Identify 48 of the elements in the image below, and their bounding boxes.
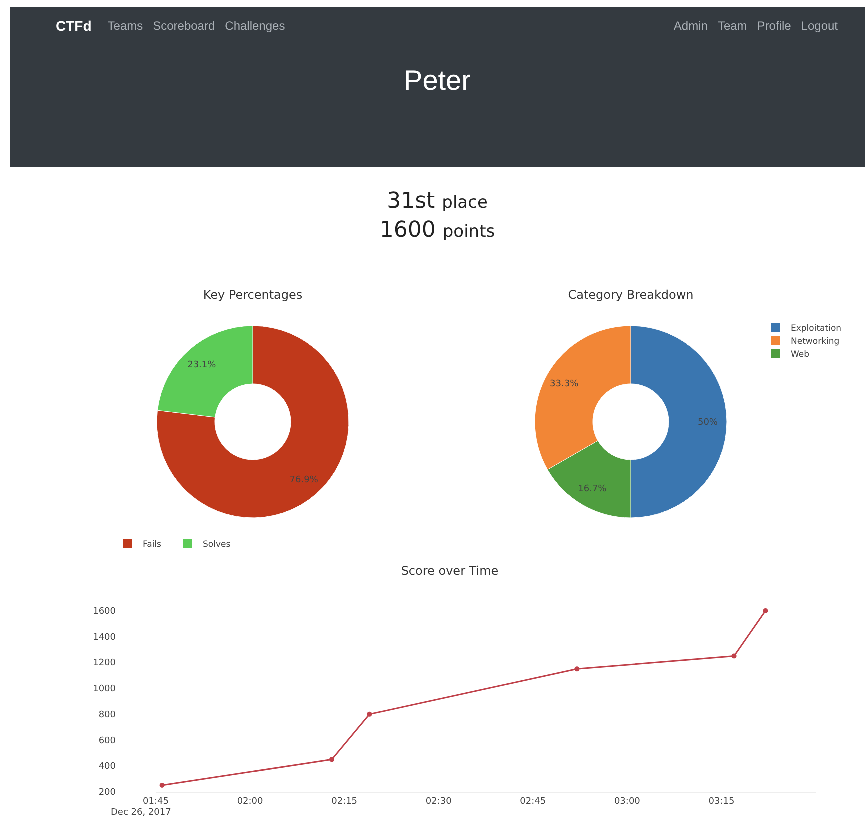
x-tick-label: 02:00 — [237, 797, 264, 807]
y-tick-label: 1200 — [93, 658, 116, 669]
y-tick-label: 600 — [98, 736, 116, 746]
nav-link[interactable]: Scoreboard — [153, 19, 216, 33]
y-tick-label: 200 — [98, 788, 116, 798]
x-tick-label: 02:30 — [426, 797, 452, 807]
chart-title: Category Breakdown — [568, 288, 694, 302]
place-label: place — [442, 193, 488, 213]
data-point — [160, 783, 165, 788]
y-tick-label: 1000 — [93, 684, 116, 695]
legend-label: Exploitation — [791, 324, 842, 334]
slice-label: 50% — [698, 418, 718, 428]
place-number: 31st — [387, 189, 436, 214]
data-point — [367, 712, 372, 717]
nav-link[interactable]: Profile — [757, 19, 792, 33]
chart-title: Key Percentages — [203, 288, 303, 302]
legend-label: Web — [791, 350, 810, 360]
points-number: 1600 — [380, 218, 436, 243]
legend-label: Networking — [791, 337, 840, 347]
nav-link[interactable]: Challenges — [225, 19, 286, 33]
nav-link[interactable]: Admin — [674, 19, 708, 33]
slice-label: 23.1% — [188, 360, 216, 370]
legend-label: Fails — [143, 540, 162, 550]
x-tick-label: 03:15 — [708, 797, 735, 807]
data-point — [574, 666, 580, 672]
slice-label: 33.3% — [550, 379, 579, 390]
chart-title: Score over Time — [401, 564, 499, 578]
x-tick-label: 02:45 — [520, 797, 546, 807]
slice-label: 16.7% — [578, 484, 607, 495]
y-tick-label: 1600 — [93, 607, 116, 617]
points-label: points — [442, 222, 496, 242]
nav-link[interactable]: Team — [718, 19, 748, 33]
page-title: Peter — [403, 65, 472, 97]
y-tick-label: 800 — [98, 710, 116, 720]
data-point — [330, 757, 334, 762]
slice-label: 76.9% — [290, 476, 318, 486]
legend-label: Solves — [203, 540, 231, 550]
x-tick-date: Dec 26, 2017 — [111, 808, 172, 818]
data-point — [732, 654, 737, 659]
nav-link[interactable]: Teams — [108, 19, 144, 33]
data-point — [763, 608, 768, 614]
nav-link[interactable]: Logout — [801, 19, 838, 33]
x-tick-label: 01:45 — [143, 797, 169, 807]
y-tick-label: 1400 — [93, 632, 116, 643]
x-tick-label: 03:00 — [614, 797, 640, 807]
y-tick-label: 400 — [98, 762, 116, 772]
brand-link[interactable]: CTFd — [56, 18, 92, 34]
x-tick-label: 02:15 — [332, 797, 358, 807]
